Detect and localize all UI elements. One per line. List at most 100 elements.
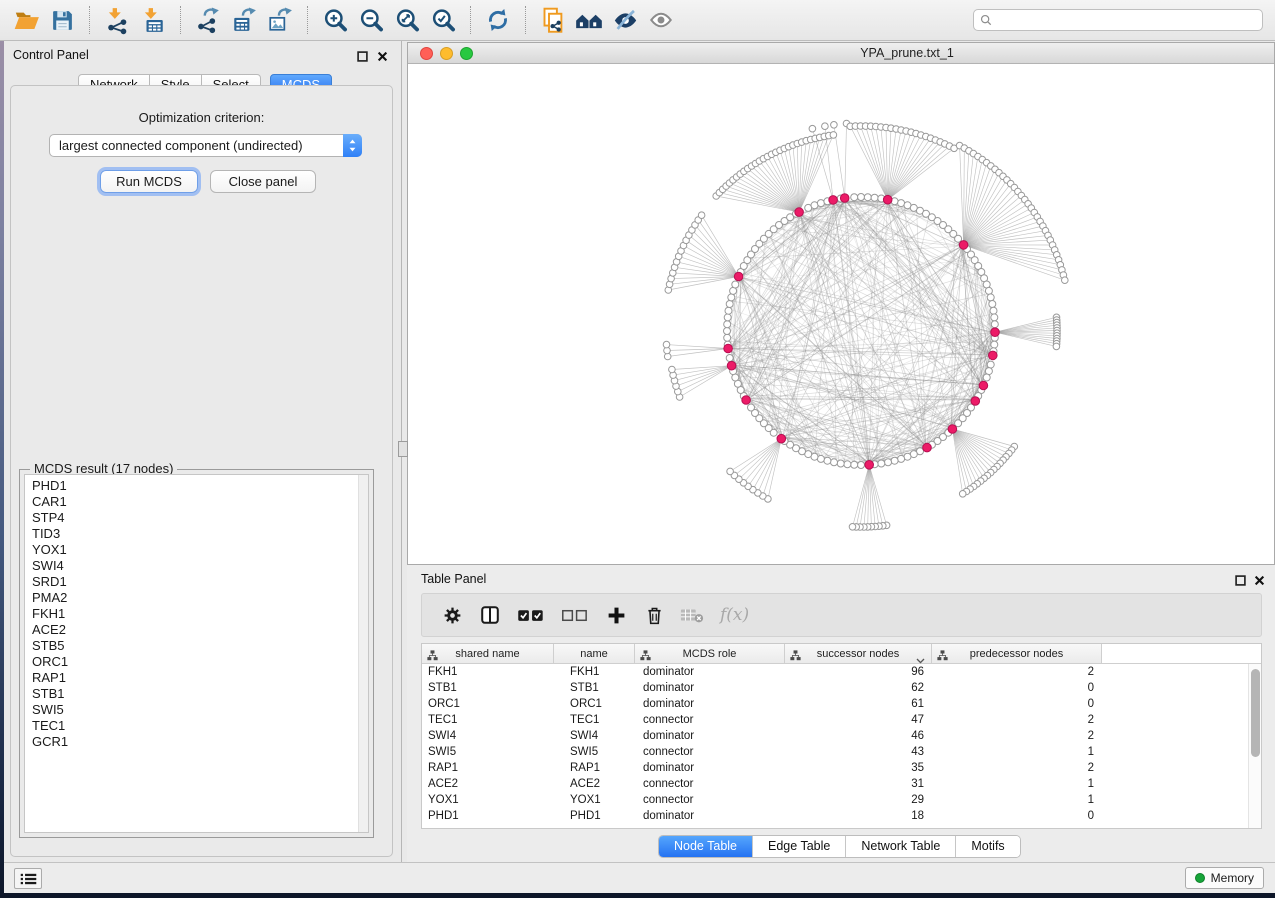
optimization-criterion-select[interactable]: largest connected component (undirected): [49, 134, 362, 157]
table-cell[interactable]: STB1: [422, 680, 554, 696]
close-panel-button[interactable]: Close panel: [210, 170, 316, 193]
table-cell[interactable]: 43: [785, 744, 932, 760]
mcds-result-item[interactable]: TID3: [32, 526, 368, 542]
tab-network-table[interactable]: Network Table: [846, 836, 956, 857]
table-cell[interactable]: 0: [932, 808, 1102, 824]
export-table-icon[interactable]: [229, 5, 259, 35]
table-cell[interactable]: ORC1: [422, 696, 554, 712]
float-panel-icon[interactable]: [357, 49, 369, 61]
mcds-hub-node[interactable]: [959, 241, 968, 250]
search-input[interactable]: [996, 13, 1256, 27]
table-cell[interactable]: dominator: [635, 728, 785, 744]
mcds-hub-node[interactable]: [883, 195, 892, 204]
window-maximize-icon[interactable]: [460, 47, 473, 60]
column-header-predecessor-nodes[interactable]: predecessor nodes: [932, 644, 1102, 663]
table-cell[interactable]: 0: [932, 680, 1102, 696]
mcds-result-item[interactable]: SWI5: [32, 702, 368, 718]
mcds-result-item[interactable]: FKH1: [32, 606, 368, 622]
mcds-hub-node[interactable]: [989, 351, 998, 360]
table-row[interactable]: SWI4SWI4dominator462: [422, 728, 1261, 744]
table-cell[interactable]: 61: [785, 696, 932, 712]
mcds-result-item[interactable]: PHD1: [32, 478, 368, 494]
refresh-icon[interactable]: [483, 5, 513, 35]
hide-selected-icon[interactable]: [610, 5, 640, 35]
mcds-result-item[interactable]: STB5: [32, 638, 368, 654]
table-row[interactable]: TEC1TEC1connector472: [422, 712, 1261, 728]
table-cell[interactable]: RAP1: [422, 760, 554, 776]
search-field[interactable]: [973, 9, 1263, 31]
float-table-panel-icon[interactable]: [1235, 573, 1247, 585]
table-row[interactable]: ORC1ORC1dominator610: [422, 696, 1261, 712]
table-cell[interactable]: 2: [932, 712, 1102, 728]
show-columns-icon[interactable]: [478, 602, 502, 628]
table-row[interactable]: STB1STB1dominator620: [422, 680, 1261, 696]
select-all-columns-icon[interactable]: [516, 602, 546, 628]
table-cell[interactable]: STB1: [554, 680, 635, 696]
table-scrollbar-thumb[interactable]: [1251, 669, 1260, 757]
table-cell[interactable]: ORC1: [554, 696, 635, 712]
table-cell[interactable]: 0: [932, 696, 1102, 712]
table-cell[interactable]: dominator: [635, 680, 785, 696]
delete-column-trash-icon[interactable]: [642, 602, 666, 628]
table-cell[interactable]: 47: [785, 712, 932, 728]
mcds-result-item[interactable]: CAR1: [32, 494, 368, 510]
mcds-hub-node[interactable]: [829, 196, 838, 205]
run-mcds-button[interactable]: Run MCDS: [100, 170, 198, 193]
table-cell[interactable]: dominator: [635, 696, 785, 712]
mcds-hub-node[interactable]: [865, 461, 874, 470]
table-row[interactable]: YOX1YOX1connector291: [422, 792, 1261, 808]
table-cell[interactable]: dominator: [635, 664, 785, 680]
tab-node-table[interactable]: Node Table: [659, 836, 753, 857]
show-task-history-button[interactable]: [14, 868, 42, 889]
table-cell[interactable]: 1: [932, 744, 1102, 760]
table-cell[interactable]: 31: [785, 776, 932, 792]
table-cell[interactable]: connector: [635, 712, 785, 728]
table-cell[interactable]: RAP1: [554, 760, 635, 776]
table-cell[interactable]: 1: [932, 792, 1102, 808]
table-cell[interactable]: 62: [785, 680, 932, 696]
table-cell[interactable]: SWI5: [422, 744, 554, 760]
mcds-result-item[interactable]: SWI4: [32, 558, 368, 574]
tab-edge-table[interactable]: Edge Table: [753, 836, 846, 857]
table-cell[interactable]: YOX1: [554, 792, 635, 808]
column-header-MCDS-role[interactable]: MCDS role: [635, 644, 785, 663]
mcds-hub-node[interactable]: [923, 443, 932, 452]
tab-motifs[interactable]: Motifs: [956, 836, 1019, 857]
table-cell[interactable]: 35: [785, 760, 932, 776]
table-cell[interactable]: PHD1: [554, 808, 635, 824]
add-column-icon[interactable]: [604, 602, 628, 628]
mcds-result-list[interactable]: PHD1CAR1STP4TID3YOX1SWI4SRD1PMA2FKH1ACE2…: [24, 474, 369, 833]
mcds-result-item[interactable]: STP4: [32, 510, 368, 526]
table-cell[interactable]: dominator: [635, 760, 785, 776]
table-row[interactable]: SWI5SWI5connector431: [422, 744, 1261, 760]
mcds-result-item[interactable]: SRD1: [32, 574, 368, 590]
table-cell[interactable]: FKH1: [554, 664, 635, 680]
table-cell[interactable]: connector: [635, 792, 785, 808]
table-cell[interactable]: SWI5: [554, 744, 635, 760]
mcds-result-item[interactable]: TEC1: [32, 718, 368, 734]
panel-splitter-handle[interactable]: [398, 441, 408, 457]
network-canvas[interactable]: [408, 64, 1274, 564]
table-cell[interactable]: YOX1: [422, 792, 554, 808]
mcds-hub-node[interactable]: [971, 397, 980, 406]
close-table-panel-icon[interactable]: [1254, 573, 1266, 585]
table-cell[interactable]: 46: [785, 728, 932, 744]
table-cell[interactable]: 96: [785, 664, 932, 680]
table-cell[interactable]: TEC1: [422, 712, 554, 728]
mcds-hub-node[interactable]: [840, 194, 849, 203]
network-graph[interactable]: [408, 64, 1274, 564]
zoom-out-icon[interactable]: [356, 5, 386, 35]
mcds-hub-node[interactable]: [727, 361, 736, 370]
deselect-all-columns-icon[interactable]: [560, 602, 590, 628]
table-cell[interactable]: 2: [932, 760, 1102, 776]
window-close-icon[interactable]: [420, 47, 433, 60]
table-row[interactable]: RAP1RAP1dominator352: [422, 760, 1261, 776]
table-scrollbar[interactable]: [1248, 664, 1261, 828]
table-cell[interactable]: FKH1: [422, 664, 554, 680]
table-cell[interactable]: 1: [932, 776, 1102, 792]
table-cell[interactable]: TEC1: [554, 712, 635, 728]
window-minimize-icon[interactable]: [440, 47, 453, 60]
close-panel-icon[interactable]: [377, 49, 389, 61]
column-header-shared-name[interactable]: shared name: [422, 644, 554, 663]
column-header-name[interactable]: name: [554, 644, 635, 663]
